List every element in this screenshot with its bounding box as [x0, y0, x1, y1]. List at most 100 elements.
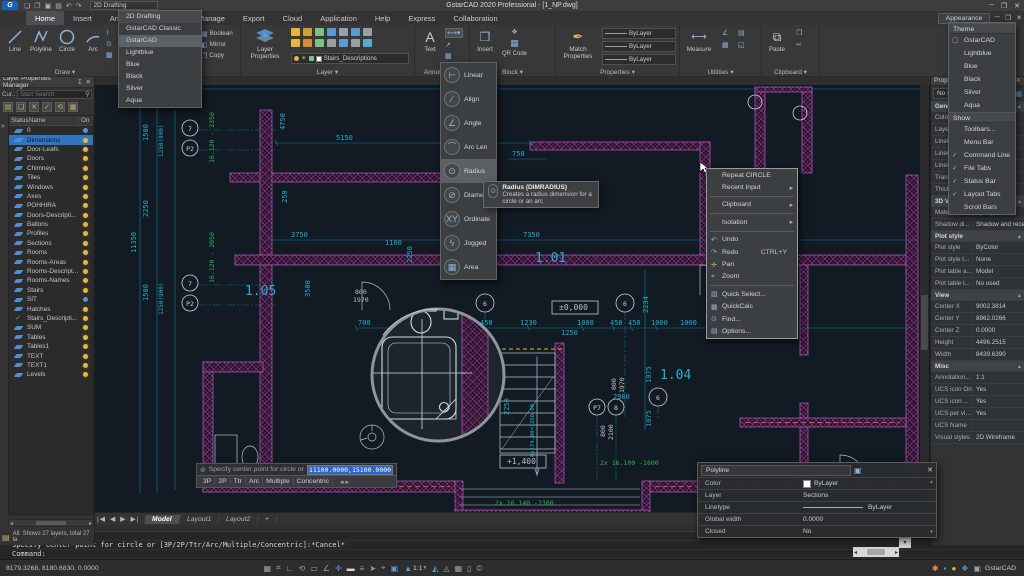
- property-row[interactable]: Center X 9002.3814: [931, 301, 1024, 313]
- canvas-vertical-scrollbar[interactable]: [920, 85, 929, 512]
- layer-on-icon[interactable]: [83, 269, 88, 274]
- appearance-menu-item[interactable]: Scroll Bars: [949, 201, 1015, 214]
- tab-last-icon[interactable]: ▶|: [130, 515, 139, 523]
- layer-filter-icon[interactable]: ▤: [3, 102, 13, 112]
- Tiles[interactable]: Tiles: [9, 173, 93, 182]
- text-button[interactable]: A Text: [417, 27, 443, 65]
- panel-close-icon[interactable]: ✕: [86, 78, 91, 86]
- new-layer-icon[interactable]: ❏: [16, 102, 26, 112]
- appearance-menu-item[interactable]: ✓ Layout Tabs: [949, 188, 1015, 201]
- workspace-combo[interactable]: 2D Drafting: [90, 1, 158, 10]
- doc-restore-icon[interactable]: ❐: [1005, 14, 1011, 22]
- layer-on-icon[interactable]: [83, 231, 88, 236]
- dimension-menu-item[interactable]: ⊢ Linear: [441, 63, 496, 87]
- appearance-menu-item[interactable]: GstarCAD: [949, 34, 1015, 47]
- context-menu-item[interactable]: Isolation ▸: [707, 216, 797, 228]
- option-next-icon[interactable]: ▸: [346, 478, 349, 486]
- appearance-menu-item[interactable]: ✓ File Tabs: [949, 162, 1015, 175]
- bulb-icon[interactable]: ●: [951, 564, 956, 573]
- close-icon[interactable]: ✕: [1014, 2, 1020, 10]
- quick-property-row[interactable]: Closed No: [698, 525, 936, 537]
- Axes[interactable]: Axes: [9, 192, 93, 201]
- layer-on-icon[interactable]: [83, 344, 88, 349]
- refresh-icon[interactable]: ⟲: [55, 102, 65, 112]
- workspace-menu-item[interactable]: 2D Drafting: [119, 11, 201, 23]
- app-logo-icon[interactable]: G: [2, 1, 18, 10]
- popup-scrollbar[interactable]: ▴▾: [928, 479, 935, 535]
- workspace-menu-item[interactable]: Silver: [119, 83, 201, 95]
- polar-icon[interactable]: ⟲: [299, 564, 306, 573]
- bylayer-combo[interactable]: ByLayer: [602, 41, 676, 52]
- draw-group-label[interactable]: Draw: [0, 68, 130, 76]
- layer-on-icon[interactable]: [83, 166, 88, 171]
- appearance-menu-item[interactable]: Theme: [949, 23, 1015, 34]
- dimension-menu-item[interactable]: ∠ Angle: [441, 111, 496, 135]
- TEXT[interactable]: TEXT: [9, 351, 93, 360]
- property-row[interactable]: Plot style: [931, 231, 1024, 242]
- undo-icon[interactable]: ↶: [66, 2, 72, 10]
- workspace-menu-item[interactable]: Black: [119, 71, 201, 83]
- delete-layer-icon[interactable]: ✕: [29, 102, 39, 112]
- table-icon[interactable]: ▦: [445, 52, 463, 60]
- appearance-menu-item[interactable]: Show: [949, 112, 1015, 123]
- workspace-menu-item[interactable]: Lightblue: [119, 47, 201, 59]
- restore-icon[interactable]: ❐: [1001, 2, 1007, 10]
- layer-on-icon[interactable]: [83, 185, 88, 190]
- qr-code-icon[interactable]: ▦: [510, 38, 519, 49]
- ribbon-tab[interactable]: Collaboration: [444, 11, 506, 25]
- context-menu-item[interactable]: [710, 213, 794, 214]
- isolate-objects-icon[interactable]: ▯: [467, 564, 471, 573]
- SUM[interactable]: SUM: [9, 323, 93, 332]
- id-point-icon[interactable]: ▤: [738, 29, 750, 37]
- clean-screen-icon[interactable]: ©: [477, 564, 483, 573]
- layer-on-icon[interactable]: [83, 222, 88, 227]
- layer-on-icon[interactable]: [83, 316, 88, 321]
- workspace-menu-item[interactable]: GstarCAD Classic: [119, 23, 201, 35]
- on-column-header[interactable]: On: [79, 116, 93, 126]
- dimension-menu-item[interactable]: ▦ Area: [441, 255, 496, 279]
- 0[interactable]: 0: [9, 126, 93, 135]
- drawing-canvas[interactable]: 7 P2 7 P2 6 6 6 P7 8 5150 750 4750 3750 …: [95, 85, 930, 512]
- qr-code-label[interactable]: QR Code: [502, 51, 527, 57]
- circle-button[interactable]: Circle: [54, 27, 80, 65]
- layout-tab[interactable]: +: [258, 515, 279, 524]
- display-icon[interactable]: ▣: [973, 564, 981, 573]
- properties-close-icon[interactable]: ✕: [1016, 76, 1021, 84]
- cut-icon[interactable]: ✂: [796, 41, 802, 49]
- layer-on-icon[interactable]: [83, 325, 88, 330]
- Rooms-Descript...[interactable]: Rooms-Descript...: [9, 267, 93, 276]
- insert-button[interactable]: ❒ Insert: [472, 27, 498, 65]
- layer-tools-grid[interactable]: [291, 28, 374, 49]
- layer-on-icon[interactable]: [83, 288, 88, 293]
- annotation-scale-widget[interactable]: ▲ 1:1 ▾: [404, 564, 426, 573]
- property-row[interactable]: UCS icon ... Yes: [931, 396, 1024, 408]
- annotation-visibility-icon[interactable]: ◭: [432, 564, 438, 573]
- measure-button[interactable]: ⟷ Measure: [682, 27, 716, 65]
- layer-on-icon[interactable]: [83, 363, 88, 368]
- ribbon-tab[interactable]: Export: [234, 11, 274, 25]
- TEXT1[interactable]: TEXT1: [9, 361, 93, 370]
- layer-properties-button[interactable]: Layer Properties: [243, 27, 287, 65]
- new-file-icon[interactable]: ❏: [24, 2, 30, 10]
- layer-on-icon[interactable]: [83, 203, 88, 208]
- clipboard-group-label[interactable]: Clipboard: [762, 68, 819, 76]
- Hatches[interactable]: Hatches: [9, 304, 93, 313]
- popup-close-icon[interactable]: ✕: [927, 466, 933, 474]
- property-row[interactable]: Center Y 8962.0266: [931, 313, 1024, 325]
- property-row[interactable]: UCS Name: [931, 420, 1024, 432]
- quick-property-row[interactable]: Layer Sections: [698, 489, 936, 501]
- context-menu-item[interactable]: [710, 231, 794, 232]
- layer-on-icon[interactable]: [83, 250, 88, 255]
- distance-icon[interactable]: ∠: [722, 29, 734, 37]
- area-icon[interactable]: ▦: [722, 41, 734, 49]
- dynamic-ucs-icon[interactable]: ▣: [391, 564, 399, 573]
- ortho-icon[interactable]: ∟: [286, 564, 294, 573]
- property-row[interactable]: Shadow di... Shadow and receiv...: [931, 219, 1024, 231]
- layer-filter-footer-icon[interactable]: ▤: [2, 533, 10, 542]
- property-row[interactable]: Plot style t... None: [931, 254, 1024, 266]
- scrollbar-down-arrow[interactable]: ▾: [899, 538, 911, 548]
- lock-ui-icon[interactable]: ▪: [944, 564, 947, 573]
- workspace-menu-item[interactable]: Blue: [119, 59, 201, 71]
- zoom-status-icon[interactable]: ⌖: [381, 563, 386, 573]
- dynamic-option-button[interactable]: Multiple: [263, 478, 293, 485]
